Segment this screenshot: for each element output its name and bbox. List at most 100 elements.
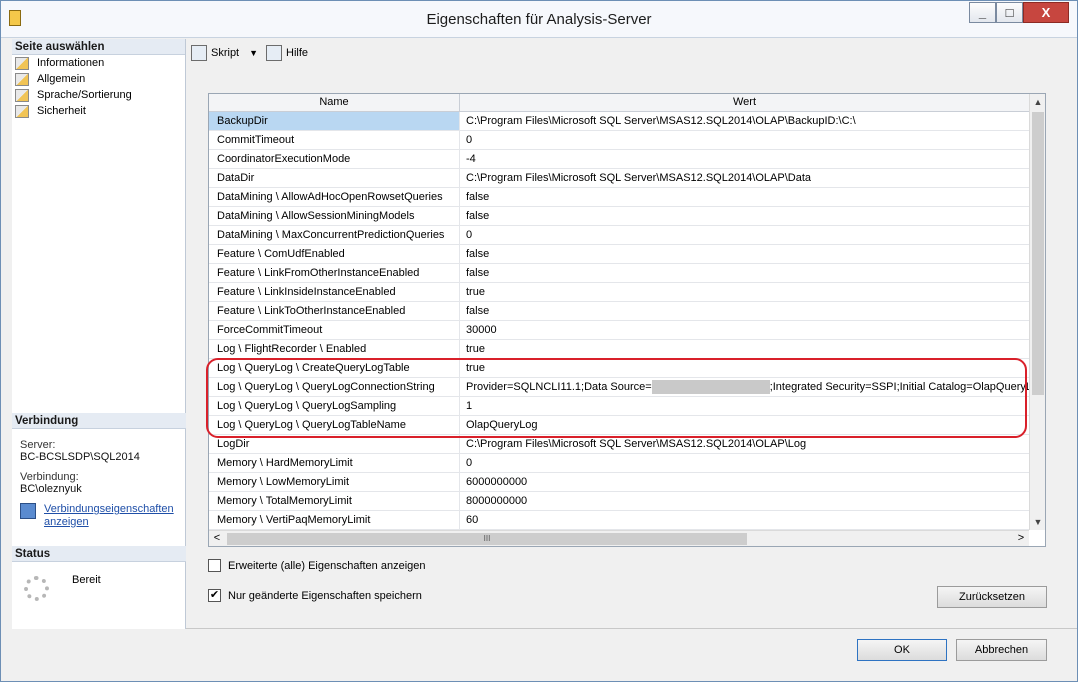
property-name[interactable]: Log \ QueryLog \ QueryLogConnectionStrin… xyxy=(209,378,460,396)
property-row[interactable]: Log \ QueryLog \ QueryLogSampling 1 xyxy=(209,397,1029,416)
progress-spinner-icon xyxy=(24,576,49,601)
property-value[interactable]: false xyxy=(460,188,1029,206)
horizontal-scrollbar[interactable]: < III > xyxy=(209,530,1029,546)
property-row[interactable]: DataMining \ MaxConcurrentPredictionQuer… xyxy=(209,226,1029,245)
property-row[interactable]: CoordinatorExecutionMode -4 xyxy=(209,150,1029,169)
scroll-left-arrow-icon[interactable]: < xyxy=(209,531,225,547)
view-connection-properties-link-line2[interactable]: anzeigen xyxy=(44,516,89,528)
property-row[interactable]: CommitTimeout 0 xyxy=(209,131,1029,150)
property-row[interactable]: Feature \ ComUdfEnabled false xyxy=(209,245,1029,264)
property-value[interactable]: 6000000000 xyxy=(460,473,1029,491)
property-value[interactable]: C:\Program Files\Microsoft SQL Server\MS… xyxy=(460,112,1029,130)
maximize-button[interactable]: □ xyxy=(996,2,1023,23)
property-row[interactable]: Memory \ HardMemoryLimit 0 xyxy=(209,454,1029,473)
cancel-button[interactable]: Abbrechen xyxy=(956,639,1047,661)
property-row[interactable]: Log \ FlightRecorder \ Enabled true xyxy=(209,340,1029,359)
property-name[interactable]: Feature \ LinkToOtherInstanceEnabled xyxy=(209,302,460,320)
property-name[interactable]: Memory \ LowMemoryLimit xyxy=(209,473,460,491)
property-name[interactable]: DataMining \ AllowSessionMiningModels xyxy=(209,207,460,225)
vertical-scroll-thumb[interactable] xyxy=(1032,112,1044,395)
property-row[interactable]: Log \ QueryLog \ QueryLogConnectionStrin… xyxy=(209,378,1029,397)
property-name[interactable]: CommitTimeout xyxy=(209,131,460,149)
property-row[interactable]: ForceCommitTimeout 30000 xyxy=(209,321,1029,340)
show-advanced-option[interactable]: Erweiterte (alle) Eigenschaften anzeigen xyxy=(208,559,426,572)
property-value[interactable]: 60 xyxy=(460,511,1029,529)
property-row[interactable]: DataMining \ AllowAdHocOpenRowsetQueries… xyxy=(209,188,1029,207)
property-name[interactable]: Log \ QueryLog \ CreateQueryLogTable xyxy=(209,359,460,377)
property-row[interactable]: BackupDir C:\Program Files\Microsoft SQL … xyxy=(209,112,1029,131)
property-value[interactable]: 1 xyxy=(460,397,1029,415)
property-row[interactable]: LogDir C:\Program Files\Microsoft SQL Ser… xyxy=(209,435,1029,454)
property-row[interactable]: Feature \ LinkInsideInstanceEnabled true xyxy=(209,283,1029,302)
property-row[interactable]: Memory \ TotalMemoryLimit 8000000000 xyxy=(209,492,1029,511)
property-value[interactable]: Provider=SQLNCLI11.1;Data Source= ;Integr… xyxy=(460,378,1029,396)
property-value-text: false xyxy=(466,305,490,317)
property-name[interactable]: Feature \ ComUdfEnabled xyxy=(209,245,460,263)
property-value[interactable]: -4 xyxy=(460,150,1029,168)
scroll-down-arrow-icon[interactable]: ▼ xyxy=(1030,514,1046,530)
column-header-value[interactable]: Wert xyxy=(460,94,1029,112)
property-value[interactable]: false xyxy=(460,207,1029,225)
reset-button[interactable]: Zurücksetzen xyxy=(937,586,1047,608)
page-item-sicherheit[interactable]: Sicherheit xyxy=(12,103,185,119)
property-name[interactable]: Memory \ TotalMemoryLimit xyxy=(209,492,460,510)
property-name[interactable]: Feature \ LinkInsideInstanceEnabled xyxy=(209,283,460,301)
scroll-up-arrow-icon[interactable]: ▲ xyxy=(1030,94,1046,110)
property-value[interactable]: 0 xyxy=(460,454,1029,472)
property-value[interactable]: true xyxy=(460,359,1029,377)
ok-button[interactable]: OK xyxy=(857,639,947,661)
page-item-informationen[interactable]: Informationen xyxy=(12,55,185,71)
page-item-allgemein[interactable]: Allgemein xyxy=(12,71,185,87)
property-row[interactable]: Memory \ LowMemoryLimit 6000000000 xyxy=(209,473,1029,492)
close-button[interactable]: X xyxy=(1023,2,1069,23)
connection-header: Verbindung xyxy=(12,413,186,429)
property-value[interactable]: 8000000000 xyxy=(460,492,1029,510)
property-value[interactable]: false xyxy=(460,264,1029,282)
property-name[interactable]: LogDir xyxy=(209,435,460,453)
property-name[interactable]: ForceCommitTimeout xyxy=(209,321,460,339)
property-name[interactable]: Log \ FlightRecorder \ Enabled xyxy=(209,340,460,358)
property-name[interactable]: DataMining \ MaxConcurrentPredictionQuer… xyxy=(209,226,460,244)
property-row[interactable]: Memory \ VertiPaqMemoryLimit 60 xyxy=(209,511,1029,530)
property-name[interactable]: Memory \ HardMemoryLimit xyxy=(209,454,460,472)
help-button[interactable]: Hilfe xyxy=(286,47,308,59)
minimize-button[interactable]: _ xyxy=(969,2,996,23)
property-value[interactable]: OlapQueryLog xyxy=(460,416,1029,434)
view-connection-properties-link-line1[interactable]: Verbindungseigenschaften xyxy=(44,503,174,515)
property-value[interactable]: 0 xyxy=(460,131,1029,149)
property-row[interactable]: Feature \ LinkFromOtherInstanceEnabled fa… xyxy=(209,264,1029,283)
save-changed-only-option[interactable]: ✔ Nur geänderte Eigenschaften speichern xyxy=(208,589,422,602)
script-dropdown-arrow-icon[interactable]: ▼ xyxy=(249,48,258,58)
property-row[interactable]: Log \ QueryLog \ QueryLogTableName OlapQu… xyxy=(209,416,1029,435)
property-name[interactable]: CoordinatorExecutionMode xyxy=(209,150,460,168)
property-row[interactable]: DataMining \ AllowSessionMiningModels fal… xyxy=(209,207,1029,226)
property-name[interactable]: DataMining \ AllowAdHocOpenRowsetQueries xyxy=(209,188,460,206)
scroll-right-arrow-icon[interactable]: > xyxy=(1013,531,1029,547)
column-header-name[interactable]: Name xyxy=(209,94,460,112)
property-value[interactable]: false xyxy=(460,245,1029,263)
property-value[interactable]: false xyxy=(460,302,1029,320)
property-row[interactable]: DataDir C:\Program Files\Microsoft SQL Se… xyxy=(209,169,1029,188)
save-changed-only-checkbox[interactable]: ✔ xyxy=(208,589,221,602)
property-row[interactable]: Feature \ LinkToOtherInstanceEnabled fals… xyxy=(209,302,1029,321)
property-name[interactable]: Memory \ VertiPaqMemoryLimit xyxy=(209,511,460,529)
property-name[interactable]: BackupDir xyxy=(209,112,460,130)
property-value[interactable]: true xyxy=(460,283,1029,301)
property-name[interactable]: Log \ QueryLog \ QueryLogSampling xyxy=(209,397,460,415)
page-item-sprache-sortierung[interactable]: Sprache/Sortierung xyxy=(12,87,185,103)
property-value[interactable]: true xyxy=(460,340,1029,358)
page-item-label: Informationen xyxy=(37,57,105,69)
property-value[interactable]: C:\Program Files\Microsoft SQL Server\MS… xyxy=(460,169,1029,187)
property-value[interactable]: 0 xyxy=(460,226,1029,244)
property-value[interactable]: C:\Program Files\Microsoft SQL Server\MS… xyxy=(460,435,1029,453)
property-row[interactable]: Log \ QueryLog \ CreateQueryLogTable true xyxy=(209,359,1029,378)
script-button[interactable]: Skript xyxy=(211,47,239,59)
property-name[interactable]: Feature \ LinkFromOtherInstanceEnabled xyxy=(209,264,460,282)
vertical-scrollbar[interactable]: ▲ ▼ xyxy=(1029,94,1045,530)
view-connection-properties[interactable]: Verbindungseigenschaften anzeigen xyxy=(12,503,186,529)
property-name[interactable]: DataDir xyxy=(209,169,460,187)
show-advanced-checkbox[interactable] xyxy=(208,559,221,572)
horizontal-scroll-thumb[interactable]: III xyxy=(227,533,747,545)
property-value[interactable]: 30000 xyxy=(460,321,1029,339)
property-name[interactable]: Log \ QueryLog \ QueryLogTableName xyxy=(209,416,460,434)
